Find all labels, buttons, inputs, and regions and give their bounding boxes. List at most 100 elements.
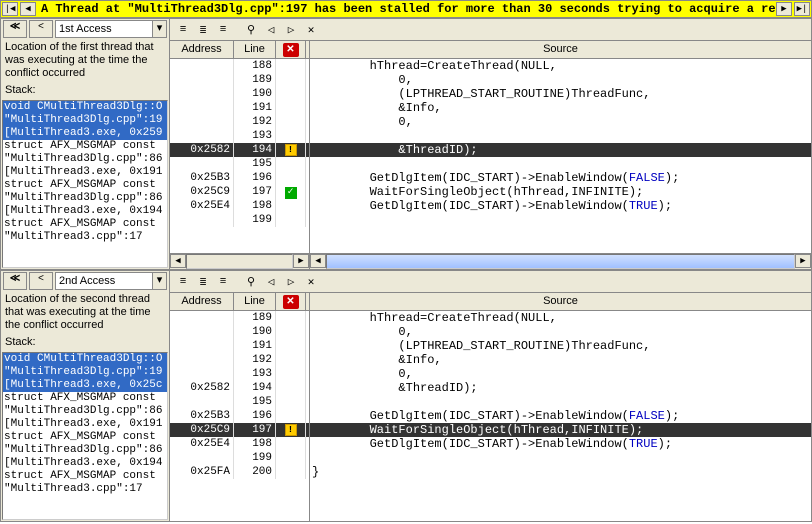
source-line[interactable]: &Info,: [310, 101, 811, 115]
stack-frame[interactable]: struct AFX_MSGMAP const: [3, 179, 167, 192]
code-row[interactable]: 190: [170, 87, 309, 101]
stack-frame[interactable]: "MultiThread3Dlg.cpp":19: [3, 366, 167, 379]
source-body-1[interactable]: hThread=CreateThread(NULL, 0, (LPTHREAD_…: [310, 59, 811, 253]
align-right-icon[interactable]: ≡: [214, 21, 232, 39]
nav-first-button[interactable]: ≪: [3, 272, 27, 290]
source-line[interactable]: GetDlgItem(IDC_START)->EnableWindow(TRUE…: [310, 437, 811, 451]
stack-frame[interactable]: void CMultiThread3Dlg::O: [3, 101, 167, 114]
stack-frame[interactable]: "MultiThread3.cpp":17: [3, 483, 167, 496]
locate-icon[interactable]: ⚲: [242, 21, 260, 39]
source-body-2[interactable]: hThread=CreateThread(NULL, 0, (LPTHREAD_…: [310, 311, 811, 521]
stack-frame[interactable]: "MultiThread3Dlg.cpp":86: [3, 153, 167, 166]
hscroll-src-1[interactable]: ◀▶: [310, 253, 811, 269]
marker-header[interactable]: ✕: [276, 41, 306, 58]
close-icon[interactable]: ✕: [283, 43, 299, 57]
stack-frame[interactable]: void CMultiThread3Dlg::O: [3, 353, 167, 366]
code-row[interactable]: 0x25C9197✓: [170, 185, 309, 199]
source-line[interactable]: }: [310, 465, 811, 479]
code-row[interactable]: 0x2582194: [170, 381, 309, 395]
call-stack-2[interactable]: void CMultiThread3Dlg::O"MultiThread3Dlg…: [2, 352, 168, 520]
chevron-down-icon[interactable]: ▾: [152, 21, 166, 37]
source-line[interactable]: (LPTHREAD_START_ROUTINE)ThreadFunc,: [310, 339, 811, 353]
source-line[interactable]: GetDlgItem(IDC_START)->EnableWindow(TRUE…: [310, 199, 811, 213]
scroll-left-button[interactable]: ◀: [310, 254, 326, 268]
address-header[interactable]: Address: [170, 41, 234, 58]
nav-first-button[interactable]: ≪: [3, 20, 27, 38]
code-row[interactable]: 0x25E4198: [170, 437, 309, 451]
locate-icon[interactable]: ⚲: [242, 273, 260, 291]
scroll-right-button[interactable]: ▶: [795, 254, 811, 268]
address-header[interactable]: Address: [170, 293, 234, 310]
scroll-track[interactable]: [186, 254, 293, 269]
bookmark-next-icon[interactable]: ▷: [282, 273, 300, 291]
stack-frame[interactable]: [MultiThread3.exe, 0x25c: [3, 379, 167, 392]
code-row[interactable]: 193: [170, 367, 309, 381]
source-line[interactable]: [310, 451, 811, 465]
scroll-track[interactable]: [326, 254, 795, 269]
source-line[interactable]: hThread=CreateThread(NULL,: [310, 59, 811, 73]
stack-frame[interactable]: "MultiThread3Dlg.cpp":19: [3, 114, 167, 127]
code-row[interactable]: 188: [170, 59, 309, 73]
banner-next-button[interactable]: ▶: [776, 2, 792, 16]
source-line[interactable]: 0,: [310, 367, 811, 381]
stack-frame[interactable]: [MultiThread3.exe, 0x259: [3, 127, 167, 140]
code-row[interactable]: 0x25B3196: [170, 171, 309, 185]
align-center-icon[interactable]: ≣: [194, 273, 212, 291]
line-header[interactable]: Line: [234, 293, 276, 310]
code-row[interactable]: 0x25FA200: [170, 465, 309, 479]
code-row[interactable]: 0x25B3196: [170, 409, 309, 423]
chevron-down-icon[interactable]: ▾: [152, 273, 166, 289]
bookmark-prev-icon[interactable]: ◁: [262, 21, 280, 39]
code-row[interactable]: 190: [170, 325, 309, 339]
scroll-left-button[interactable]: ◀: [170, 254, 186, 268]
align-right-icon[interactable]: ≡: [214, 273, 232, 291]
code-row[interactable]: 199: [170, 451, 309, 465]
source-line[interactable]: WaitForSingleObject(hThread,INFINITE);: [310, 423, 811, 437]
banner-next-last-button[interactable]: ▶|: [794, 2, 810, 16]
source-line[interactable]: &ThreadID);: [310, 143, 811, 157]
stack-frame[interactable]: struct AFX_MSGMAP const: [3, 140, 167, 153]
code-row[interactable]: 189: [170, 311, 309, 325]
access-selector-1[interactable]: 1st Access ▾: [55, 20, 167, 38]
stack-frame[interactable]: "MultiThread3Dlg.cpp":86: [3, 192, 167, 205]
source-line[interactable]: &Info,: [310, 353, 811, 367]
code-row[interactable]: 191: [170, 339, 309, 353]
line-header[interactable]: Line: [234, 41, 276, 58]
source-line[interactable]: GetDlgItem(IDC_START)->EnableWindow(FALS…: [310, 409, 811, 423]
code-row[interactable]: 192: [170, 353, 309, 367]
source-line[interactable]: [310, 213, 811, 227]
banner-prev-button[interactable]: ◀: [20, 2, 36, 16]
code-row[interactable]: 191: [170, 101, 309, 115]
stack-frame[interactable]: struct AFX_MSGMAP const: [3, 470, 167, 483]
call-stack-1[interactable]: void CMultiThread3Dlg::O"MultiThread3Dlg…: [2, 100, 168, 268]
source-header[interactable]: Source: [310, 293, 811, 311]
code-row[interactable]: 195: [170, 395, 309, 409]
source-line[interactable]: hThread=CreateThread(NULL,: [310, 311, 811, 325]
access-selector-2[interactable]: 2nd Access ▾: [55, 272, 167, 290]
stack-frame[interactable]: "MultiThread3Dlg.cpp":86: [3, 405, 167, 418]
source-line[interactable]: [310, 129, 811, 143]
bookmark-clear-icon[interactable]: ✕: [302, 273, 320, 291]
stack-frame[interactable]: struct AFX_MSGMAP const: [3, 218, 167, 231]
marker-header[interactable]: ✕: [276, 293, 306, 310]
code-row[interactable]: 199: [170, 213, 309, 227]
scroll-right-button[interactable]: ▶: [293, 254, 309, 268]
code-row[interactable]: 0x2582194!: [170, 143, 309, 157]
stack-frame[interactable]: [MultiThread3.exe, 0x191: [3, 166, 167, 179]
code-row[interactable]: 193: [170, 129, 309, 143]
source-line[interactable]: 0,: [310, 73, 811, 87]
source-line[interactable]: WaitForSingleObject(hThread,INFINITE);: [310, 185, 811, 199]
stack-frame[interactable]: [MultiThread3.exe, 0x191: [3, 418, 167, 431]
banner-prev-first-button[interactable]: |◀: [2, 2, 18, 16]
bookmark-prev-icon[interactable]: ◁: [262, 273, 280, 291]
close-icon[interactable]: ✕: [283, 295, 299, 309]
code-row[interactable]: 192: [170, 115, 309, 129]
source-line[interactable]: GetDlgItem(IDC_START)->EnableWindow(FALS…: [310, 171, 811, 185]
source-line[interactable]: [310, 157, 811, 171]
align-left-icon[interactable]: ≡: [174, 273, 192, 291]
bookmark-next-icon[interactable]: ▷: [282, 21, 300, 39]
stack-frame[interactable]: [MultiThread3.exe, 0x194: [3, 457, 167, 470]
stack-frame[interactable]: "MultiThread3.cpp":17: [3, 231, 167, 244]
code-row[interactable]: 0x25C9197!: [170, 423, 309, 437]
code-row[interactable]: 195: [170, 157, 309, 171]
